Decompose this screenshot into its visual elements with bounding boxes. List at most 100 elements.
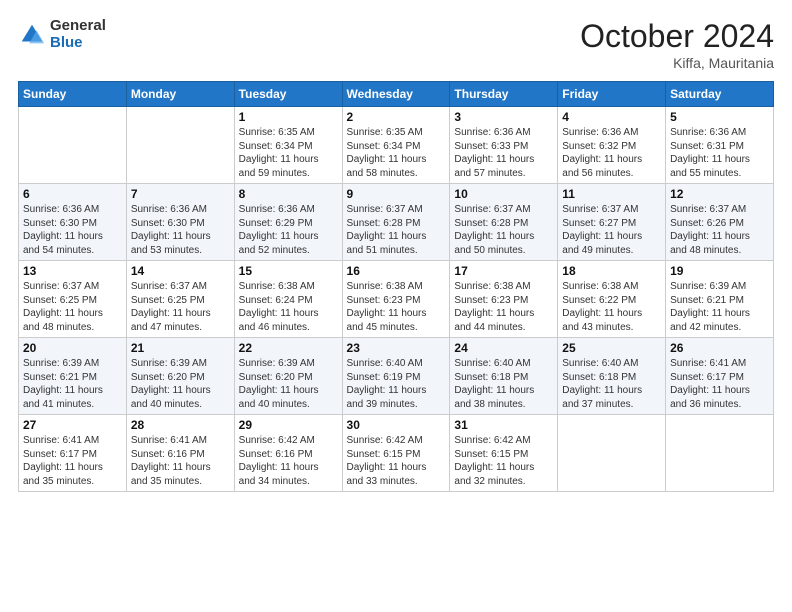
week-row-1: 1 Sunrise: 6:35 AMSunset: 6:34 PMDaylight… (19, 107, 774, 184)
calendar-body: 1 Sunrise: 6:35 AMSunset: 6:34 PMDaylight… (19, 107, 774, 492)
logo-blue-label: Blue (50, 35, 106, 52)
day-info: Sunrise: 6:37 AMSunset: 6:25 PMDaylight:… (131, 280, 230, 334)
week-row-2: 6 Sunrise: 6:36 AMSunset: 6:30 PMDaylight… (19, 184, 774, 261)
day-info: Sunrise: 6:38 AMSunset: 6:23 PMDaylight:… (454, 280, 553, 334)
day-cell: 5Sunrise: 6:36 AMSunset: 6:31 PMDaylight… (666, 107, 774, 184)
day-cell: 17 Sunrise: 6:38 AMSunset: 6:23 PMDayligh… (450, 261, 558, 338)
logo: General Blue (18, 18, 106, 51)
day-cell: 29Sunrise: 6:42 AMSunset: 6:16 PMDayligh… (234, 415, 342, 492)
day-number: 27 (23, 418, 122, 432)
day-cell: 9 Sunrise: 6:37 AMSunset: 6:28 PMDaylight… (342, 184, 450, 261)
day-info: Sunrise: 6:42 AMSunset: 6:15 PMDaylight:… (454, 434, 553, 488)
day-cell: 1Sunrise: 6:35 AMSunset: 6:34 PMDaylight… (234, 107, 342, 184)
day-info: Sunrise: 6:38 AMSunset: 6:23 PMDaylight:… (347, 280, 446, 334)
day-number: 3 (454, 110, 553, 124)
day-number: 16 (347, 264, 446, 278)
day-info: Sunrise: 6:40 AMSunset: 6:19 PMDaylight:… (347, 357, 446, 411)
day-number: 6 (23, 187, 122, 201)
day-info: Sunrise: 6:37 AMSunset: 6:28 PMDaylight:… (347, 203, 446, 257)
day-cell: 28 Sunrise: 6:41 AMSunset: 6:16 PMDayligh… (126, 415, 234, 492)
day-cell: 18Sunrise: 6:38 AMSunset: 6:22 PMDayligh… (558, 261, 666, 338)
day-cell (19, 107, 127, 184)
day-number: 10 (454, 187, 553, 201)
day-cell: 14 Sunrise: 6:37 AMSunset: 6:25 PMDayligh… (126, 261, 234, 338)
day-info: Sunrise: 6:42 AMSunset: 6:15 PMDaylight:… (347, 434, 446, 488)
day-number: 28 (131, 418, 230, 432)
day-number: 18 (562, 264, 661, 278)
day-number: 24 (454, 341, 553, 355)
title-block: October 2024 Kiffa, Mauritania (580, 18, 774, 71)
day-number: 20 (23, 341, 122, 355)
day-number: 22 (239, 341, 338, 355)
day-info: Sunrise: 6:41 AMSunset: 6:16 PMDaylight:… (131, 434, 230, 488)
day-info: Sunrise: 6:39 AMSunset: 6:20 PMDaylight:… (131, 357, 230, 411)
day-cell: 6 Sunrise: 6:36 AMSunset: 6:30 PMDaylight… (19, 184, 127, 261)
calendar-table: SundayMondayTuesdayWednesdayThursdayFrid… (18, 81, 774, 492)
location: Kiffa, Mauritania (580, 55, 774, 71)
day-header-friday: Friday (558, 82, 666, 107)
day-info: Sunrise: 6:39 AMSunset: 6:21 PMDaylight:… (23, 357, 122, 411)
day-cell: 22 Sunrise: 6:39 AMSunset: 6:20 PMDayligh… (234, 338, 342, 415)
week-row-3: 13 Sunrise: 6:37 AMSunset: 6:25 PMDayligh… (19, 261, 774, 338)
day-cell: 26Sunrise: 6:41 AMSunset: 6:17 PMDayligh… (666, 338, 774, 415)
day-cell (666, 415, 774, 492)
day-number: 30 (347, 418, 446, 432)
day-header-wednesday: Wednesday (342, 82, 450, 107)
day-number: 4 (562, 110, 661, 124)
day-cell: 27Sunrise: 6:41 AMSunset: 6:17 PMDayligh… (19, 415, 127, 492)
day-number: 7 (131, 187, 230, 201)
calendar-header: SundayMondayTuesdayWednesdayThursdayFrid… (19, 82, 774, 107)
day-info: Sunrise: 6:36 AMSunset: 6:30 PMDaylight:… (23, 203, 122, 257)
day-number: 12 (670, 187, 769, 201)
day-number: 9 (347, 187, 446, 201)
page: General Blue October 2024 Kiffa, Maurita… (0, 0, 792, 612)
logo-text: General Blue (50, 18, 106, 51)
day-cell: 20 Sunrise: 6:39 AMSunset: 6:21 PMDayligh… (19, 338, 127, 415)
day-info: Sunrise: 6:37 AMSunset: 6:26 PMDaylight:… (670, 203, 769, 257)
day-info: Sunrise: 6:41 AMSunset: 6:17 PMDaylight:… (670, 357, 769, 411)
day-info: Sunrise: 6:36 AMSunset: 6:29 PMDaylight:… (239, 203, 338, 257)
day-number: 1 (239, 110, 338, 124)
day-info: Sunrise: 6:36 AMSunset: 6:32 PMDaylight:… (562, 126, 661, 180)
day-number: 23 (347, 341, 446, 355)
day-number: 8 (239, 187, 338, 201)
day-cell: 21 Sunrise: 6:39 AMSunset: 6:20 PMDayligh… (126, 338, 234, 415)
day-number: 13 (23, 264, 122, 278)
day-cell: 2 Sunrise: 6:35 AMSunset: 6:34 PMDaylight… (342, 107, 450, 184)
day-cell: 24Sunrise: 6:40 AMSunset: 6:18 PMDayligh… (450, 338, 558, 415)
day-cell: 23 Sunrise: 6:40 AMSunset: 6:19 PMDayligh… (342, 338, 450, 415)
day-cell: 3 Sunrise: 6:36 AMSunset: 6:33 PMDaylight… (450, 107, 558, 184)
day-cell: 15Sunrise: 6:38 AMSunset: 6:24 PMDayligh… (234, 261, 342, 338)
day-info: Sunrise: 6:35 AMSunset: 6:34 PMDaylight:… (347, 126, 446, 180)
day-number: 29 (239, 418, 338, 432)
month-title: October 2024 (580, 18, 774, 55)
day-info: Sunrise: 6:36 AMSunset: 6:30 PMDaylight:… (131, 203, 230, 257)
day-number: 2 (347, 110, 446, 124)
day-number: 25 (562, 341, 661, 355)
day-header-thursday: Thursday (450, 82, 558, 107)
day-info: Sunrise: 6:39 AMSunset: 6:20 PMDaylight:… (239, 357, 338, 411)
day-cell: 12 Sunrise: 6:37 AMSunset: 6:26 PMDayligh… (666, 184, 774, 261)
day-cell: 11 Sunrise: 6:37 AMSunset: 6:27 PMDayligh… (558, 184, 666, 261)
day-info: Sunrise: 6:38 AMSunset: 6:24 PMDaylight:… (239, 280, 338, 334)
day-number: 21 (131, 341, 230, 355)
day-cell: 10 Sunrise: 6:37 AMSunset: 6:28 PMDayligh… (450, 184, 558, 261)
day-cell: 31 Sunrise: 6:42 AMSunset: 6:15 PMDayligh… (450, 415, 558, 492)
header: General Blue October 2024 Kiffa, Maurita… (18, 18, 774, 71)
day-info: Sunrise: 6:37 AMSunset: 6:28 PMDaylight:… (454, 203, 553, 257)
day-header-sunday: Sunday (19, 82, 127, 107)
day-cell: 30 Sunrise: 6:42 AMSunset: 6:15 PMDayligh… (342, 415, 450, 492)
day-number: 14 (131, 264, 230, 278)
logo-icon (18, 21, 46, 49)
day-cell: 19Sunrise: 6:39 AMSunset: 6:21 PMDayligh… (666, 261, 774, 338)
day-cell (126, 107, 234, 184)
day-info: Sunrise: 6:37 AMSunset: 6:25 PMDaylight:… (23, 280, 122, 334)
day-number: 11 (562, 187, 661, 201)
day-info: Sunrise: 6:40 AMSunset: 6:18 PMDaylight:… (562, 357, 661, 411)
day-number: 17 (454, 264, 553, 278)
day-info: Sunrise: 6:37 AMSunset: 6:27 PMDaylight:… (562, 203, 661, 257)
day-info: Sunrise: 6:36 AMSunset: 6:33 PMDaylight:… (454, 126, 553, 180)
week-row-5: 27Sunrise: 6:41 AMSunset: 6:17 PMDayligh… (19, 415, 774, 492)
day-number: 31 (454, 418, 553, 432)
week-row-4: 20 Sunrise: 6:39 AMSunset: 6:21 PMDayligh… (19, 338, 774, 415)
